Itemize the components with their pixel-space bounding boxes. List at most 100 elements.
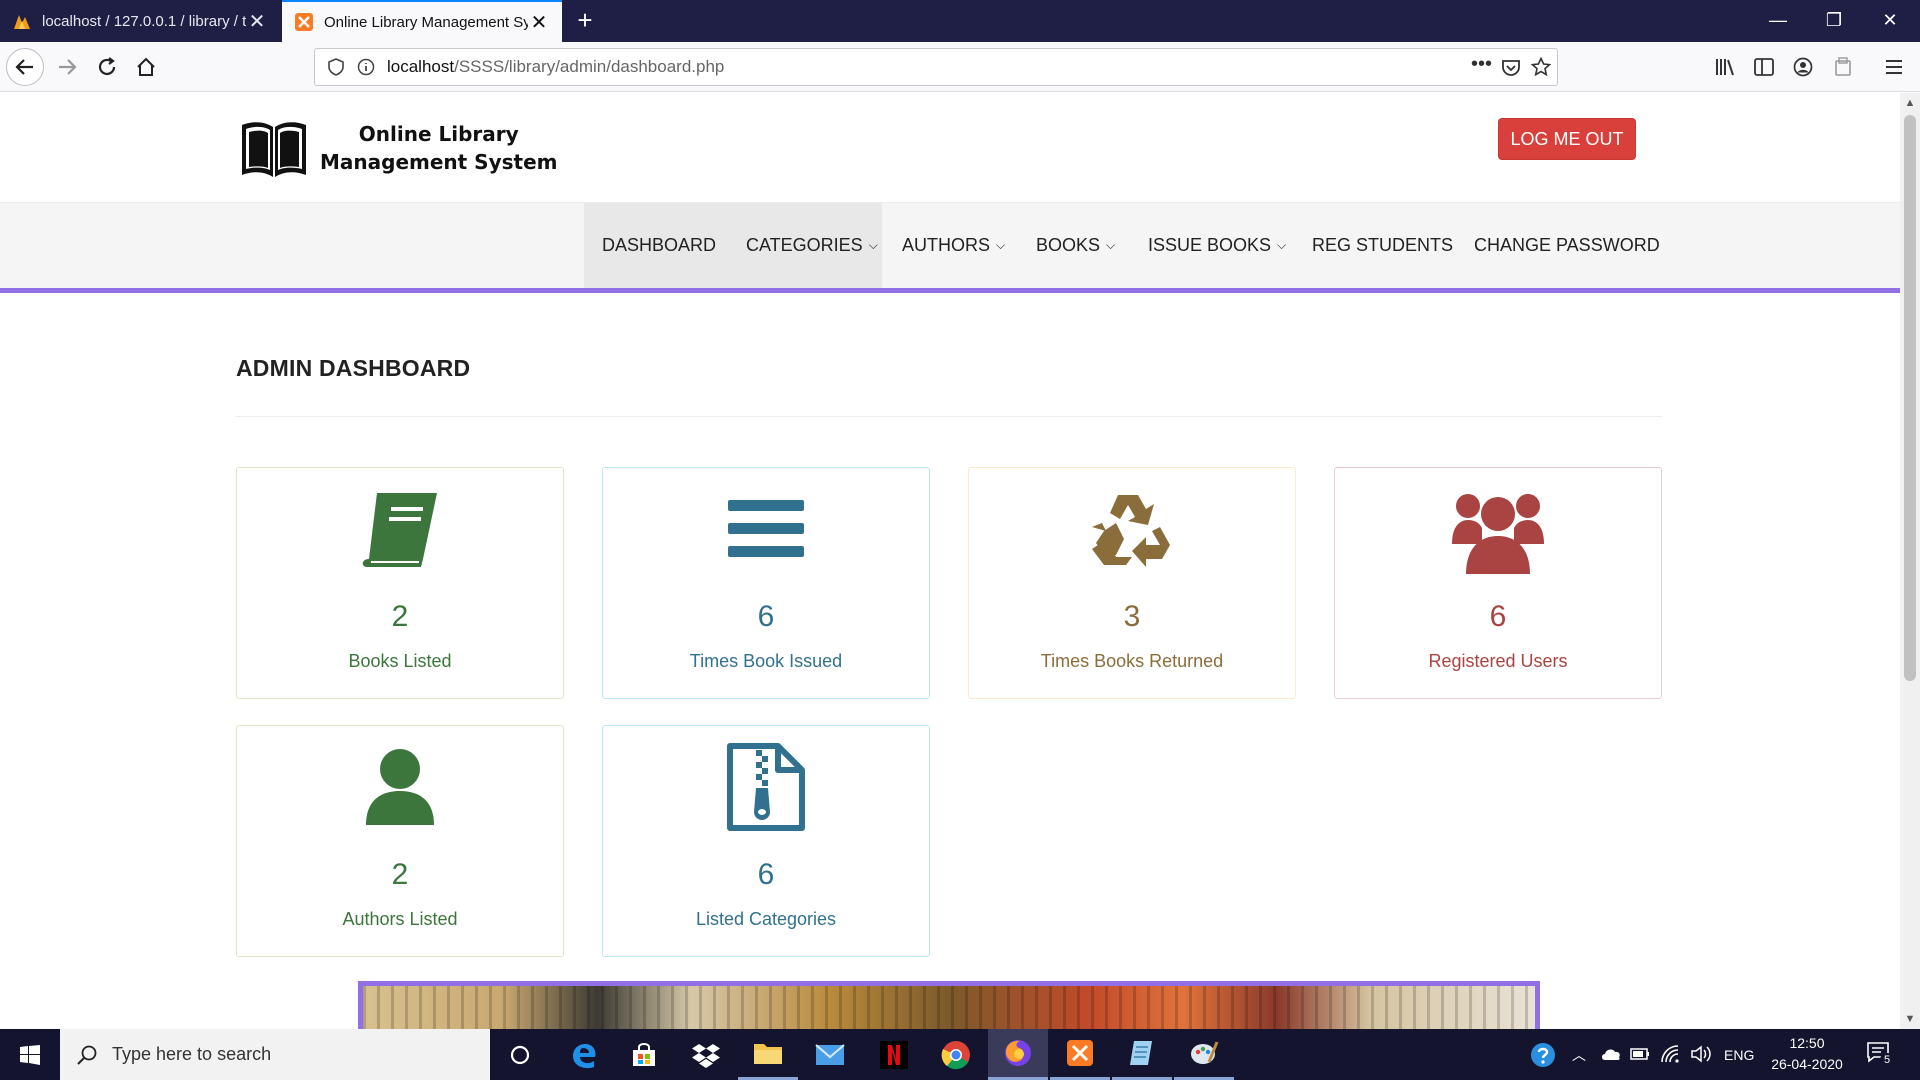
back-button[interactable] [6, 48, 44, 86]
page-viewport: Online Library Management System LOG ME … [0, 93, 1900, 1029]
account-icon[interactable] [1793, 57, 1813, 77]
stat-label: Registered Users [1428, 651, 1568, 671]
new-tab-icon[interactable]: + [570, 6, 600, 36]
notification-count: 5 [1880, 1053, 1894, 1067]
browser-toolbar: localhost/SSSS/library/admin/dashboard.p… [0, 42, 1920, 92]
url-text: localhost/SSSS/library/admin/dashboard.p… [387, 57, 724, 77]
restore-icon[interactable]: ❐ [1806, 0, 1862, 40]
home-button[interactable] [127, 48, 165, 86]
menu-item-label: BOOKS [1036, 235, 1101, 255]
bookmark-star-icon[interactable] [1531, 57, 1551, 77]
cortana-button[interactable] [490, 1029, 550, 1080]
scroll-up-icon[interactable]: ▲ [1900, 93, 1920, 113]
library-icon[interactable] [1714, 57, 1736, 77]
close-tab-icon[interactable]: ✕ [528, 10, 550, 35]
menu-item-authors[interactable]: AUTHORS ⌵ [902, 203, 1005, 288]
chevron-up-icon: ︿ [1572, 1046, 1586, 1063]
taskbar-app-chrome[interactable] [926, 1029, 986, 1080]
menu-item-change-password[interactable]: CHANGE PASSWORD [1474, 203, 1660, 288]
onedrive-icon[interactable] [1600, 1047, 1622, 1061]
page-scrollbar[interactable]: ▲ ▼ [1900, 93, 1920, 1029]
arrow-left-icon [15, 59, 33, 75]
tab-title: localhost / 127.0.0.1 / library / t [42, 12, 246, 30]
page-title: ADMIN DASHBOARD [236, 355, 471, 381]
stat-card-times-book-issued: 6 Times Book Issued [602, 467, 930, 699]
book-icon [362, 493, 437, 567]
taskbar-app-store[interactable] [614, 1029, 674, 1080]
volume-icon[interactable] [1690, 1044, 1712, 1064]
sidebar-icon[interactable] [1753, 57, 1775, 77]
taskbar-app-firefox[interactable] [988, 1029, 1048, 1080]
file-archive-icon [727, 743, 805, 831]
close-tab-icon[interactable]: ✕ [246, 9, 268, 34]
close-window-icon[interactable]: ✕ [1862, 0, 1918, 40]
chrome-icon [941, 1040, 970, 1069]
folder-icon [754, 1044, 782, 1064]
stat-card-books-listed: 2 Books Listed [236, 467, 564, 699]
forward-button[interactable] [48, 48, 86, 86]
scrollbar-thumb[interactable] [1904, 115, 1916, 681]
taskbar-app-netflix[interactable] [864, 1029, 924, 1080]
mail-icon [815, 1043, 845, 1065]
battery-icon[interactable] [1630, 1046, 1650, 1062]
menu-item-label: AUTHORS [902, 235, 991, 255]
reload-icon [98, 57, 116, 76]
bars-icon [728, 500, 804, 557]
firefox-icon [1005, 1040, 1031, 1066]
menu-item-books[interactable]: BOOKS ⌵ [1036, 203, 1115, 288]
site-title-line2: Management System [320, 150, 558, 174]
open-book-icon [242, 122, 306, 177]
search-icon [77, 1045, 97, 1065]
tab-library-dashboard[interactable]: Online Library Management Sy ✕ [282, 0, 562, 42]
library-shelf-banner [358, 981, 1540, 1029]
taskbar-app-notepad[interactable] [1112, 1029, 1172, 1080]
taskbar-search-box[interactable]: Type here to search [60, 1029, 490, 1080]
help-icon[interactable] [1530, 1042, 1556, 1068]
taskbar-app-xampp[interactable] [1050, 1029, 1110, 1080]
address-bar[interactable]: localhost/SSSS/library/admin/dashboard.p… [314, 48, 1558, 86]
start-button[interactable] [0, 1029, 60, 1080]
logout-button[interactable]: LOG ME OUT [1498, 118, 1636, 160]
paint-icon [1191, 1041, 1219, 1064]
site-title-line1: Online Library [358, 122, 519, 146]
url-path: /SSSS/library/admin/dashboard.php [454, 57, 725, 76]
recycle-icon [1092, 495, 1170, 567]
stat-count: 2 [391, 600, 409, 633]
info-icon[interactable] [357, 58, 375, 76]
system-clock[interactable]: 12:50 26-04-2020 [1762, 1033, 1852, 1075]
menu-item-reg-students[interactable]: REG STUDENTS [1312, 203, 1453, 288]
pocket-icon[interactable] [1501, 58, 1521, 78]
stat-label: Books Listed [348, 651, 452, 671]
shield-icon [328, 58, 344, 76]
phpmyadmin-icon [14, 15, 30, 29]
more-actions-icon[interactable]: ••• [1471, 53, 1492, 76]
menu-item-categories[interactable]: CATEGORIES ⌵ [746, 203, 878, 288]
taskbar-app-mail[interactable] [800, 1029, 860, 1080]
browser-tab-strip: localhost / 127.0.0.1 / library / t ✕ On… [0, 0, 1920, 42]
tab-phpmyadmin[interactable]: localhost / 127.0.0.1 / library / t ✕ [0, 0, 280, 42]
language-indicator[interactable]: ENG [1724, 1029, 1754, 1080]
users-icon [1452, 494, 1544, 574]
chevron-down-icon: ⌵ [1277, 238, 1287, 252]
chevron-down-icon: ⌵ [1106, 238, 1116, 252]
taskbar-app-edge[interactable] [554, 1029, 614, 1080]
taskbar-app-dropbox[interactable] [676, 1029, 736, 1080]
containers-icon[interactable] [1833, 57, 1853, 77]
site-header: Online Library Management System LOG ME … [0, 93, 1900, 203]
search-placeholder: Type here to search [112, 1044, 272, 1064]
hamburger-menu-icon[interactable] [1884, 58, 1904, 76]
scroll-down-icon[interactable]: ▼ [1900, 1009, 1920, 1029]
taskbar-app-paint[interactable] [1174, 1029, 1234, 1080]
site-logo[interactable]: Online Library Management System [240, 117, 558, 179]
menu-item-issue-books[interactable]: ISSUE BOOKS ⌵ [1148, 203, 1286, 288]
taskbar-app-file-explorer[interactable] [738, 1029, 798, 1080]
wifi-icon[interactable] [1660, 1044, 1680, 1064]
stat-label: Authors Listed [342, 909, 458, 929]
minimize-icon[interactable]: — [1750, 0, 1806, 40]
show-hidden-icons[interactable]: ︿ [1572, 1029, 1586, 1080]
reload-button[interactable] [88, 48, 126, 86]
action-center-button[interactable]: 5 [1866, 1041, 1896, 1069]
divider [236, 416, 1662, 417]
stat-count: 6 [757, 600, 775, 633]
tab-title: Online Library Management Sy [324, 13, 528, 31]
